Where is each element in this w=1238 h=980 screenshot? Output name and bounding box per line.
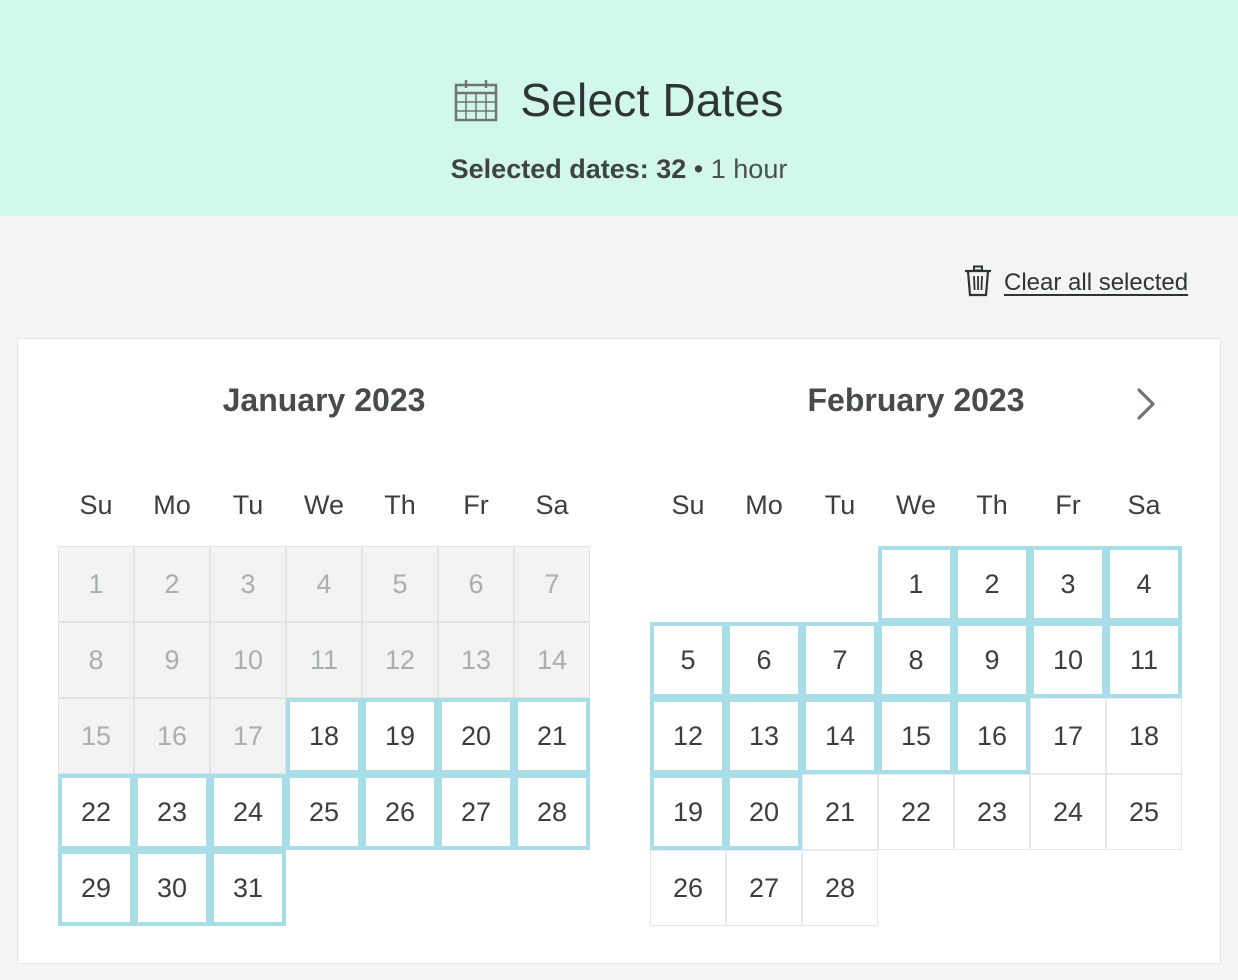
weekday-label: Tu	[824, 490, 856, 520]
day-january-2: 2	[134, 546, 210, 622]
weekday-header-january: Su Mo Tu We Th Fr Sa	[58, 490, 590, 526]
weekday-label: We	[895, 490, 936, 520]
day-february-1[interactable]: 1	[878, 546, 954, 622]
day-january-25[interactable]: 25	[286, 774, 362, 850]
day-january-27[interactable]: 27	[438, 774, 514, 850]
day-january-22[interactable]: 22	[58, 774, 134, 850]
weekday-label: Tu	[232, 490, 264, 520]
chevron-right-icon	[1126, 388, 1166, 428]
day-february-25[interactable]: 25	[1106, 774, 1182, 850]
day-february-8[interactable]: 8	[878, 622, 954, 698]
month-title-february: February 2023	[807, 382, 1025, 418]
day-january-31[interactable]: 31	[210, 850, 286, 926]
day-february-2[interactable]: 2	[954, 546, 1030, 622]
trash-icon	[964, 265, 992, 302]
next-month-button[interactable]	[1126, 384, 1166, 424]
day-february-16[interactable]: 16	[954, 698, 1030, 774]
day-february-22[interactable]: 22	[878, 774, 954, 850]
day-february-17[interactable]: 17	[1030, 698, 1106, 774]
day-january-19[interactable]: 19	[362, 698, 438, 774]
day-february-18[interactable]: 18	[1106, 698, 1182, 774]
clear-all-label: Clear all selected	[1004, 269, 1189, 296]
weekday-label: Th	[384, 490, 416, 520]
weekday-label: Sa	[1127, 490, 1161, 520]
day-january-3: 3	[210, 546, 286, 622]
day-january-10: 10	[210, 622, 286, 698]
weekday-header-february: Su Mo Tu We Th Fr Sa	[650, 490, 1182, 526]
day-january-4: 4	[286, 546, 362, 622]
day-february-21[interactable]: 21	[802, 774, 878, 850]
weekday-label: Mo	[153, 490, 191, 520]
month-title-january: January 2023	[222, 382, 426, 418]
day-february-24[interactable]: 24	[1030, 774, 1106, 850]
weekday-label: Th	[976, 490, 1008, 520]
day-january-17: 17	[210, 698, 286, 774]
day-january-8: 8	[58, 622, 134, 698]
weekday-label: Fr	[463, 490, 489, 520]
day-january-23[interactable]: 23	[134, 774, 210, 850]
day-january-30[interactable]: 30	[134, 850, 210, 926]
day-february-6[interactable]: 6	[726, 622, 802, 698]
duration-label: 1 hour	[710, 154, 788, 184]
summary-separator: •	[693, 154, 704, 184]
day-february-12[interactable]: 12	[650, 698, 726, 774]
day-february-7[interactable]: 7	[802, 622, 878, 698]
day-january-28[interactable]: 28	[514, 774, 590, 850]
day-january-26[interactable]: 26	[362, 774, 438, 850]
header: Select Dates Selected dates: 32 • 1 hour	[0, 0, 1238, 216]
day-january-9: 9	[134, 622, 210, 698]
day-january-16: 16	[134, 698, 210, 774]
day-february-27[interactable]: 27	[726, 850, 802, 926]
day-january-13: 13	[438, 622, 514, 698]
selected-dates-count: Selected dates: 32	[450, 154, 687, 184]
day-february-15[interactable]: 15	[878, 698, 954, 774]
day-january-12: 12	[362, 622, 438, 698]
weekday-label: We	[303, 490, 344, 520]
day-january-1: 1	[58, 546, 134, 622]
weekday-label: Fr	[1055, 490, 1081, 520]
day-february-26[interactable]: 26	[650, 850, 726, 926]
day-january-7: 7	[514, 546, 590, 622]
day-january-20[interactable]: 20	[438, 698, 514, 774]
day-february-11[interactable]: 11	[1106, 622, 1182, 698]
clear-all-button[interactable]: Clear all selected	[964, 265, 1189, 302]
day-february-13[interactable]: 13	[726, 698, 802, 774]
page-title: Select Dates	[520, 74, 784, 126]
title-row: Select Dates	[0, 72, 1238, 128]
day-february-28[interactable]: 28	[802, 850, 878, 926]
weekday-label: Su	[79, 490, 113, 520]
day-january-24[interactable]: 24	[210, 774, 286, 850]
day-january-11: 11	[286, 622, 362, 698]
day-february-4[interactable]: 4	[1106, 546, 1182, 622]
day-february-10[interactable]: 10	[1030, 622, 1106, 698]
day-february-5[interactable]: 5	[650, 622, 726, 698]
day-february-20[interactable]: 20	[726, 774, 802, 850]
day-february-19[interactable]: 19	[650, 774, 726, 850]
day-january-5: 5	[362, 546, 438, 622]
day-january-18[interactable]: 18	[286, 698, 362, 774]
weekday-label: Su	[671, 490, 705, 520]
weekday-label: Mo	[745, 490, 783, 520]
day-february-9[interactable]: 9	[954, 622, 1030, 698]
day-january-29[interactable]: 29	[58, 850, 134, 926]
day-january-15: 15	[58, 698, 134, 774]
day-january-21[interactable]: 21	[514, 698, 590, 774]
day-january-14: 14	[514, 622, 590, 698]
weekday-label: Sa	[535, 490, 569, 520]
day-february-3[interactable]: 3	[1030, 546, 1106, 622]
day-january-6: 6	[438, 546, 514, 622]
day-february-23[interactable]: 23	[954, 774, 1030, 850]
calendar-icon	[454, 78, 498, 122]
selection-summary: Selected dates: 32 • 1 hour	[0, 154, 1238, 185]
day-february-14[interactable]: 14	[802, 698, 878, 774]
